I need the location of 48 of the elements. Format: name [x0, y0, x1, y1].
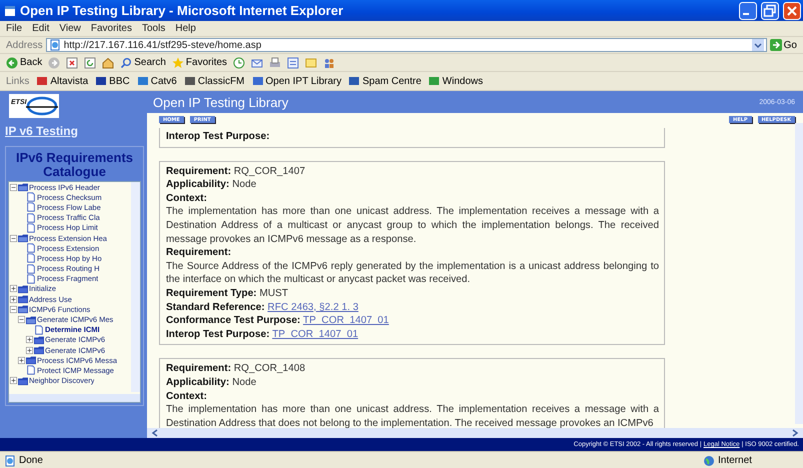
field-label: Applicability:: [166, 179, 230, 190]
field-value: Node: [232, 376, 256, 388]
go-button[interactable]: Go: [770, 39, 797, 51]
menu-item[interactable]: Help: [175, 23, 196, 34]
menu-item[interactable]: Tools: [142, 23, 166, 34]
field-label: Interop Test Purpose:: [166, 328, 270, 340]
favorites-button[interactable]: Favorites: [172, 56, 228, 68]
field-label: Requirement:: [166, 166, 232, 177]
status-text: Done: [19, 455, 44, 466]
menu-item[interactable]: Favorites: [90, 23, 132, 34]
address-label: Address: [6, 40, 43, 50]
field-label: Context:: [166, 192, 207, 204]
field-value: RQ_COR_1407: [234, 166, 306, 177]
field-label: Standard Reference:: [166, 302, 265, 313]
menu-item[interactable]: View: [59, 23, 81, 34]
menu-item[interactable]: Edit: [32, 23, 50, 34]
link-button[interactable]: ClassicFM: [184, 75, 245, 87]
catalogue-title: IPv6 Requirements Catalogue: [14, 151, 134, 179]
field-value: Node: [232, 179, 256, 190]
field-label: Requirement:: [166, 363, 232, 374]
field-value: MUST: [259, 288, 288, 299]
zone-text: Internet: [718, 455, 752, 466]
field-value: RQ_COR_1408: [234, 363, 306, 374]
field-label: Requirement:: [166, 247, 232, 258]
field-label: Applicability:: [166, 376, 230, 388]
field-text: The Source Address of the ICMPv6 reply generated by the implementation is a unicast address belonging to the interface on which the multicast or anycast packet was received.: [166, 260, 659, 287]
field-link[interactable]: TP_COR_1407_01: [303, 315, 389, 326]
link-button[interactable]: Open IPT Library: [252, 75, 342, 87]
link-button[interactable]: Spam Centre: [348, 75, 422, 87]
field-link[interactable]: TP_COR_1407_01: [272, 328, 358, 340]
link-button[interactable]: Altavista: [36, 75, 88, 87]
field-label: Interop Test Purpose:: [166, 131, 270, 142]
links-label: Links: [6, 76, 30, 86]
page-title: Open IP Testing Library: [153, 94, 288, 110]
link-button[interactable]: Windows: [428, 75, 483, 87]
address-field[interactable]: http://217.167.116.41/stf295-steve/home.asp: [46, 38, 767, 52]
field-link[interactable]: RFC 2463, §2.2 1. 3: [268, 302, 358, 313]
field-label: Requirement Type:: [166, 288, 257, 299]
menu-item[interactable]: File: [6, 23, 22, 34]
field-label: Conformance Test Purpose:: [166, 315, 300, 326]
field-label: Context:: [166, 390, 207, 402]
search-button[interactable]: Search: [120, 56, 166, 68]
field-text: The implementation has more than one unicast address. The implementation receives a message with a Destination Address that does not belong to the implementation. The received message provokes an ICMPv6: [166, 403, 659, 428]
window-title: Open IP Testing Library - Microsoft Internet Explorer: [20, 3, 344, 18]
back-button[interactable]: Back: [6, 56, 42, 68]
link-button[interactable]: Catv6: [136, 75, 177, 87]
field-text: The implementation has more than one unicast address. The implementation receives a message with a Destination Address of a multicast or anycast group to which the implementation belongs. The received message provokes an ICMPv6 message as a response.: [166, 205, 659, 246]
link-button[interactable]: BBC: [95, 75, 130, 87]
